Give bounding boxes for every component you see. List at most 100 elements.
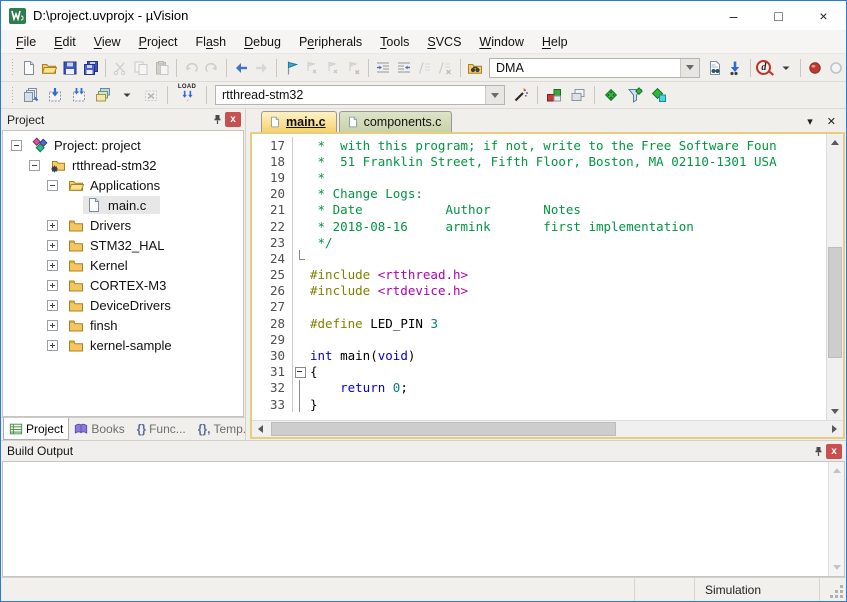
target-combobox[interactable]: rtthread-stm32 — [215, 85, 505, 105]
code-line-25[interactable]: 25#include <rtthread.h> — [252, 267, 826, 283]
manage-components-button[interactable] — [542, 84, 566, 106]
build-button[interactable] — [43, 84, 67, 106]
minimize-button[interactable]: – — [711, 1, 756, 30]
menu-tools[interactable]: Tools — [371, 32, 418, 52]
tree-expander-minus-icon[interactable] — [11, 140, 22, 151]
menu-project[interactable]: Project — [130, 32, 187, 52]
tree-item-applications[interactable]: Applications — [3, 175, 243, 195]
code-line-22[interactable]: 22 * 2018-08-16 armink first implementat… — [252, 218, 826, 234]
fold-collapse-icon[interactable] — [292, 364, 305, 380]
panel-tab-books[interactable]: Books — [69, 418, 129, 440]
panel-tab-func-[interactable]: {}Func... — [132, 418, 191, 440]
tree-item-project-project[interactable]: Project: project — [3, 135, 243, 155]
code-line-19[interactable]: 19 * — [252, 169, 826, 185]
menu-file[interactable]: File — [7, 32, 45, 52]
editor-tab-main-c[interactable]: main.c — [261, 111, 337, 132]
code-line-31[interactable]: 31{ — [252, 364, 826, 380]
windows-cascade-button[interactable] — [566, 84, 590, 106]
find-in-document-button[interactable] — [704, 57, 725, 79]
pack-installer-button[interactable] — [647, 84, 671, 106]
build-output-content[interactable] — [2, 461, 845, 577]
tree-item-cortex-m3[interactable]: CORTEX-M3 — [3, 275, 243, 295]
code-line-23[interactable]: 23 */ — [252, 234, 826, 250]
close-document-icon[interactable]: ✕ — [827, 115, 836, 128]
editor-vertical-scrollbar[interactable] — [826, 134, 843, 420]
open-file-button[interactable] — [39, 57, 60, 79]
code-line-27[interactable]: 27 — [252, 299, 826, 315]
find-combobox-dropdown-icon[interactable] — [680, 59, 699, 77]
scroll-down-icon[interactable] — [827, 403, 843, 420]
menu-view[interactable]: View — [85, 32, 130, 52]
menu-help[interactable]: Help — [533, 32, 577, 52]
code-line-33[interactable]: 33} — [252, 396, 826, 412]
maximize-button[interactable]: □ — [756, 1, 801, 30]
tree-item-kernel-sample[interactable]: kernel-sample — [3, 335, 243, 355]
tree-item-drivers[interactable]: Drivers — [3, 215, 243, 235]
code-line-21[interactable]: 21 * Date Author Notes — [252, 202, 826, 218]
tree-expander-minus-icon[interactable] — [29, 160, 40, 171]
tree-expander-plus-icon[interactable] — [47, 260, 58, 271]
save-all-button[interactable] — [80, 57, 101, 79]
tab-list-icon[interactable]: ▾ — [807, 115, 813, 128]
resize-grip[interactable] — [820, 578, 846, 601]
pin-icon[interactable] — [209, 112, 225, 127]
menu-window[interactable]: Window — [470, 32, 532, 52]
save-button[interactable] — [60, 57, 81, 79]
menu-svcs[interactable]: SVCS — [418, 32, 470, 52]
tree-expander-plus-icon[interactable] — [47, 320, 58, 331]
incremental-find-button[interactable] — [725, 57, 746, 79]
insert-breakpoint-button[interactable] — [805, 57, 826, 79]
options-for-target-button[interactable] — [509, 84, 533, 106]
navigate-back-button[interactable] — [231, 57, 252, 79]
translate-file-button[interactable] — [19, 84, 43, 106]
tree-expander-plus-icon[interactable] — [47, 240, 58, 251]
build-output-scrollbar[interactable] — [828, 462, 844, 576]
tree-item-main-c[interactable]: main.c — [3, 195, 243, 215]
horizontal-scroll-thumb[interactable] — [271, 422, 616, 436]
tree-expander-plus-icon[interactable] — [47, 280, 58, 291]
code-line-28[interactable]: 28#define LED_PIN 3 — [252, 315, 826, 331]
scroll-right-icon[interactable] — [826, 421, 843, 437]
code-editor[interactable]: 17 * with this program; if not, write to… — [252, 134, 826, 420]
code-line-17[interactable]: 17 * with this program; if not, write to… — [252, 137, 826, 153]
batch-build-button[interactable] — [91, 84, 115, 106]
download-to-flash-button[interactable]: LOAD — [172, 84, 202, 106]
build-pin-icon[interactable] — [810, 444, 826, 459]
indent-button[interactable] — [373, 57, 394, 79]
editor-horizontal-scrollbar[interactable] — [252, 420, 843, 437]
disable-breakpoint-button[interactable] — [825, 57, 846, 79]
close-button[interactable]: × — [801, 1, 846, 30]
tree-item-stm32-hal[interactable]: STM32_HAL — [3, 235, 243, 255]
build-scroll-down-icon[interactable] — [829, 559, 844, 576]
outdent-button[interactable] — [393, 57, 414, 79]
rebuild-all-button[interactable] — [67, 84, 91, 106]
tree-item-rtthread-stm32[interactable]: rtthread-stm32 — [3, 155, 243, 175]
code-line-20[interactable]: 20 * Change Logs: — [252, 186, 826, 202]
project-panel-close-icon[interactable]: x — [225, 112, 241, 127]
code-line-30[interactable]: 30int main(void) — [252, 347, 826, 363]
vertical-scroll-thumb[interactable] — [828, 247, 842, 358]
batch-build-caret-button[interactable] — [115, 84, 139, 106]
code-line-26[interactable]: 26#include <rtdevice.h> — [252, 283, 826, 299]
tree-expander-plus-icon[interactable] — [47, 300, 58, 311]
tree-expander-plus-icon[interactable] — [47, 340, 58, 351]
new-file-button[interactable] — [18, 57, 39, 79]
build-output-close-icon[interactable]: x — [826, 444, 842, 459]
find-all-caret-button[interactable] — [775, 57, 796, 79]
target-combobox-dropdown-icon[interactable] — [485, 86, 504, 104]
manage-rte-button[interactable] — [599, 84, 623, 106]
tree-expander-minus-icon[interactable] — [47, 180, 58, 191]
code-line-24[interactable]: 24 — [252, 250, 826, 266]
tree-item-devicedrivers[interactable]: DeviceDrivers — [3, 295, 243, 315]
scroll-up-icon[interactable] — [827, 134, 843, 151]
build-scroll-up-icon[interactable] — [829, 462, 844, 479]
tree-item-kernel[interactable]: Kernel — [3, 255, 243, 275]
menu-peripherals[interactable]: Peripherals — [290, 32, 371, 52]
scroll-left-icon[interactable] — [252, 421, 269, 437]
tree-item-finsh[interactable]: finsh — [3, 315, 243, 335]
panel-tab-project[interactable]: Project — [3, 418, 69, 440]
code-line-18[interactable]: 18 * 51 Franklin Street, Fifth Floor, Bo… — [252, 153, 826, 169]
tree-expander-plus-icon[interactable] — [47, 220, 58, 231]
editor-tab-components-c[interactable]: components.c — [339, 111, 453, 132]
menu-edit[interactable]: Edit — [45, 32, 85, 52]
